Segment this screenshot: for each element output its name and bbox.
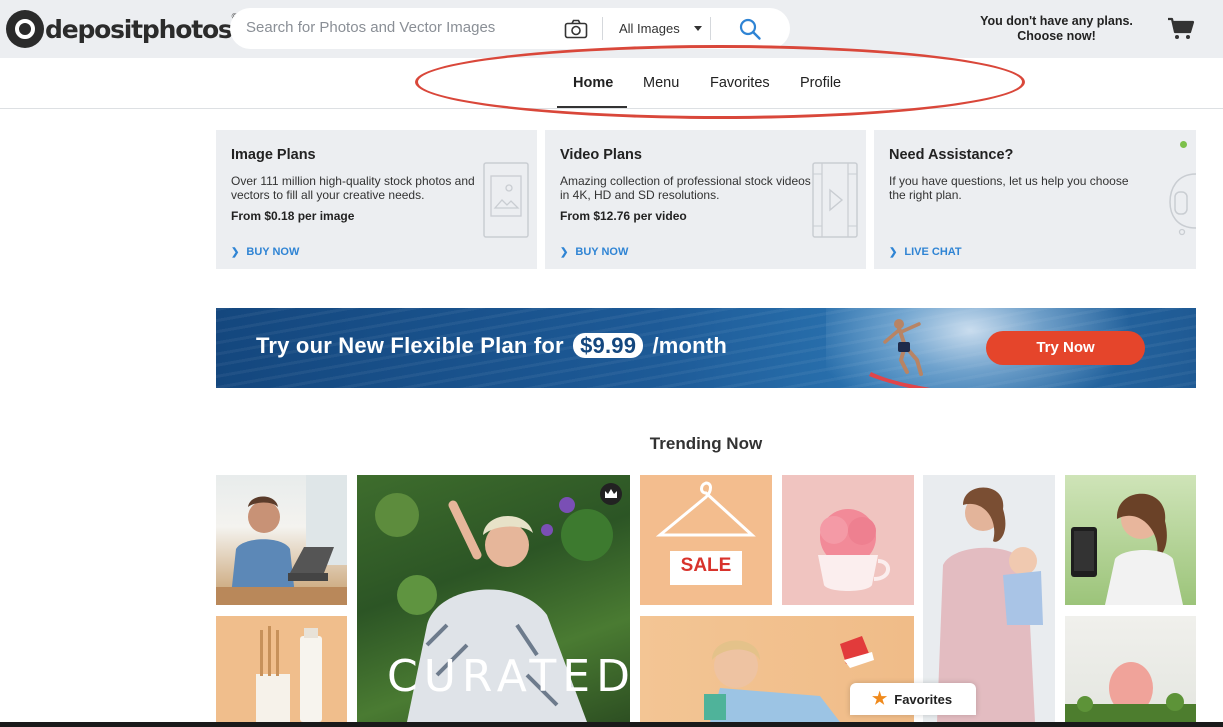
try-now-button[interactable]: Try Now <box>986 331 1145 365</box>
favorites-floating-button[interactable]: ★ Favorites <box>850 683 976 715</box>
online-status-dot <box>1180 141 1187 148</box>
card-title: Video Plans <box>560 147 642 163</box>
depositphotos-logo[interactable]: depositphotos ® <box>6 10 238 48</box>
chevron-right-icon: ❯ <box>231 247 240 258</box>
surfer-illustration <box>869 319 931 388</box>
banner-headline: Try our New Flexible Plan for $9.99 /mon… <box>256 333 727 359</box>
card-description: Over 111 million high-quality stock phot… <box>231 174 475 202</box>
photo-flower-cup[interactable] <box>782 475 914 605</box>
camera-logo-icon <box>6 10 44 48</box>
logo-text: depositphotos <box>45 14 233 44</box>
search-divider <box>602 17 603 40</box>
photo-egg-moss[interactable] <box>1065 616 1196 722</box>
headset-icon <box>1169 173 1196 236</box>
trending-title: Trending Now <box>649 434 763 453</box>
banner-price: $9.99 <box>573 333 644 358</box>
sale-hanger-image <box>655 481 756 585</box>
card-title: Need Assistance? <box>889 147 1014 163</box>
live-chat-link[interactable]: ❯ LIVE CHAT <box>889 246 962 258</box>
category-select[interactable]: All Images <box>619 21 702 36</box>
card-description: Amazing collection of professional stock… <box>560 174 811 202</box>
woman-phone-image <box>1071 493 1183 605</box>
photo-man-laptop[interactable] <box>216 475 347 605</box>
card-title: Image Plans <box>231 147 316 163</box>
flexible-plan-banner[interactable]: Try our New Flexible Plan for $9.99 /mon… <box>216 308 1196 388</box>
image-icon <box>483 162 529 238</box>
video-plans-card: Video Plans Amazing collection of profes… <box>545 130 866 269</box>
buy-now-link[interactable]: ❯ BUY NOW <box>560 246 628 258</box>
buy-now-label: BUY NOW <box>575 246 629 258</box>
search-bar: All Images <box>230 8 790 49</box>
photo-sale-hanger[interactable]: SALE <box>640 475 772 605</box>
toothbrush-image <box>256 626 322 722</box>
buy-now-link[interactable]: ❯ BUY NOW <box>231 246 299 258</box>
plans-note-line2: Choose now! <box>1017 29 1096 43</box>
camera-search-icon[interactable] <box>564 19 588 39</box>
buy-now-label: BUY NOW <box>246 246 300 258</box>
annotation-ellipse <box>415 45 1025 119</box>
search-input[interactable] <box>246 19 546 36</box>
bottom-edge <box>0 722 1223 727</box>
egg-moss-image <box>1065 662 1196 722</box>
search-divider <box>710 17 711 40</box>
assistance-card: Need Assistance? If you have questions, … <box>874 130 1196 269</box>
man-laptop-image <box>216 475 347 605</box>
photo-woman-phone[interactable] <box>1065 475 1196 605</box>
banner-text-after: /month <box>652 333 727 358</box>
chevron-down-icon <box>693 26 702 31</box>
card-description: If you have questions, let us help you c… <box>889 174 1129 202</box>
chevron-right-icon: ❯ <box>889 247 898 258</box>
card-price: From $0.18 per image <box>231 209 355 223</box>
star-icon: ★ <box>872 689 888 708</box>
live-chat-label: LIVE CHAT <box>904 246 962 258</box>
category-select-value: All Images <box>619 21 680 36</box>
video-icon <box>812 162 858 238</box>
banner-text-before: Try our New Flexible Plan for <box>256 333 564 358</box>
favorites-pill-label: Favorites <box>894 691 953 707</box>
search-icon[interactable] <box>738 17 762 41</box>
card-price: From $12.76 per video <box>560 209 687 223</box>
image-plans-card: Image Plans Over 111 million high-qualit… <box>216 130 537 269</box>
plans-note[interactable]: You don't have any plans. Choose now! <box>960 14 1153 44</box>
plans-note-line1: You don't have any plans. <box>980 14 1133 28</box>
photo-curated-collection[interactable]: CURATED <box>357 475 630 722</box>
curated-label: CURATED <box>387 651 630 702</box>
chevron-right-icon: ❯ <box>560 247 569 258</box>
flower-cup-image <box>818 509 890 591</box>
cart-icon[interactable] <box>1167 17 1195 41</box>
sale-label: SALE <box>680 555 732 576</box>
crown-icon <box>600 483 622 505</box>
photo-toothbrushes[interactable] <box>216 616 347 722</box>
